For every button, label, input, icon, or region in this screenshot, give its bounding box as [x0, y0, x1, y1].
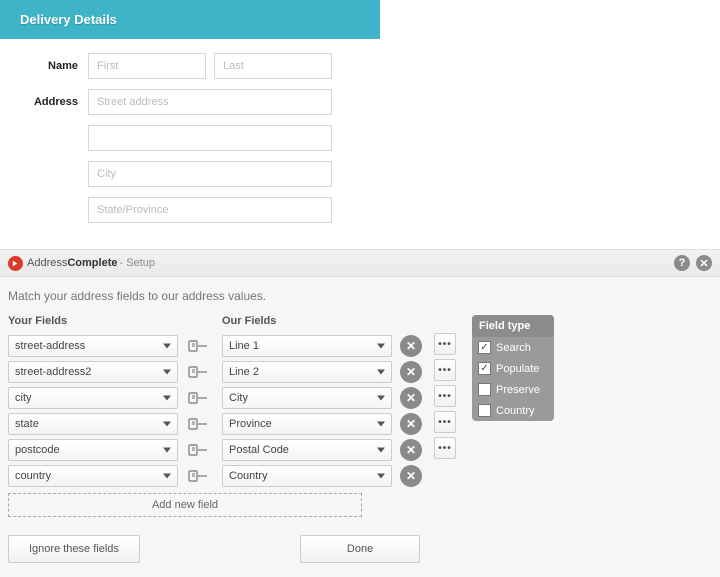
row-more-button[interactable]: •••	[434, 333, 456, 355]
setup-intro: Match your address fields to our address…	[8, 289, 712, 303]
our-field-value: City	[229, 392, 248, 404]
form-title: Delivery Details	[0, 0, 380, 39]
our-field-value: Line 1	[229, 340, 259, 352]
fieldtype-option[interactable]: Country	[472, 400, 554, 421]
city-input[interactable]	[88, 161, 332, 187]
street-address-input[interactable]	[88, 89, 332, 115]
our-field-value: Postal Code	[229, 444, 289, 456]
your-field-value: street-address2	[15, 366, 91, 378]
add-new-field-button[interactable]: Add new field	[8, 493, 362, 517]
fieldtype-option[interactable]: ✓ Search	[472, 337, 554, 358]
street-address2-input[interactable]	[88, 125, 332, 151]
checkbox-icon: ✓	[478, 362, 491, 375]
our-field-value: Country	[229, 470, 268, 482]
your-field-select[interactable]: postcode	[8, 439, 178, 461]
your-field-select[interactable]: city	[8, 387, 178, 409]
our-fields-header: Our Fields	[222, 315, 392, 329]
your-field-value: state	[15, 418, 39, 430]
checkbox-icon	[478, 404, 491, 417]
mapping-direction-icon	[186, 361, 214, 383]
our-field-select[interactable]: Province	[222, 413, 392, 435]
your-fields-header: Your Fields	[8, 315, 178, 329]
chevron-down-icon	[377, 474, 385, 479]
address-label: Address	[20, 96, 88, 108]
chevron-down-icon	[163, 422, 171, 427]
your-field-select[interactable]: country	[8, 465, 178, 487]
your-field-select[interactable]: state	[8, 413, 178, 435]
our-field-value: Province	[229, 418, 272, 430]
delete-row-button[interactable]: ✕	[400, 335, 422, 357]
chevron-down-icon	[163, 396, 171, 401]
mapping-direction-icon	[186, 335, 214, 357]
setup-suffix: - Setup	[119, 257, 154, 269]
done-button[interactable]: Done	[300, 535, 420, 563]
checkbox-icon: ✓	[478, 341, 491, 354]
your-field-value: country	[15, 470, 51, 482]
mapping-direction-icon	[186, 413, 214, 435]
fieldtype-option[interactable]: ✓ Populate	[472, 358, 554, 379]
chevron-down-icon	[377, 422, 385, 427]
our-field-select[interactable]: Line 1	[222, 335, 392, 357]
your-field-select[interactable]: street-address	[8, 335, 178, 357]
chevron-down-icon	[377, 344, 385, 349]
setup-toolbar: AddressComplete - Setup ? ✕	[0, 249, 720, 277]
delete-row-button[interactable]: ✕	[400, 387, 422, 409]
close-icon[interactable]: ✕	[696, 255, 712, 271]
brand-icon	[8, 256, 23, 271]
row-more-button[interactable]: •••	[434, 411, 456, 433]
your-field-value: postcode	[15, 444, 60, 456]
chevron-down-icon	[377, 448, 385, 453]
our-field-select[interactable]: City	[222, 387, 392, 409]
your-field-value: street-address	[15, 340, 85, 352]
your-field-value: city	[15, 392, 32, 404]
fieldtype-option-label: Populate	[496, 363, 539, 375]
our-field-select[interactable]: Line 2	[222, 361, 392, 383]
name-label: Name	[20, 60, 88, 72]
fieldtype-panel: Field type ✓ Search ✓ Populate Preserve Count…	[472, 315, 554, 421]
delete-row-button[interactable]: ✕	[400, 413, 422, 435]
our-field-value: Line 2	[229, 366, 259, 378]
last-name-input[interactable]	[214, 53, 332, 79]
delete-row-button[interactable]: ✕	[400, 361, 422, 383]
row-more-button[interactable]: •••	[434, 385, 456, 407]
chevron-down-icon	[377, 396, 385, 401]
mapping-direction-icon	[186, 387, 214, 409]
chevron-down-icon	[163, 370, 171, 375]
chevron-down-icon	[163, 344, 171, 349]
fieldtype-option-label: Country	[496, 405, 535, 417]
help-icon[interactable]: ?	[674, 255, 690, 271]
our-field-select[interactable]: Postal Code	[222, 439, 392, 461]
checkbox-icon	[478, 383, 491, 396]
state-input[interactable]	[88, 197, 332, 223]
fieldtype-option-label: Search	[496, 342, 531, 354]
fieldtype-option-label: Preserve	[496, 384, 540, 396]
chevron-down-icon	[377, 370, 385, 375]
row-more-button[interactable]: •••	[434, 437, 456, 459]
delete-row-button[interactable]: ✕	[400, 465, 422, 487]
your-field-select[interactable]: street-address2	[8, 361, 178, 383]
fieldtype-option[interactable]: Preserve	[472, 379, 554, 400]
chevron-down-icon	[163, 474, 171, 479]
chevron-down-icon	[163, 448, 171, 453]
brand-text: AddressComplete	[27, 257, 117, 269]
first-name-input[interactable]	[88, 53, 206, 79]
row-more-button[interactable]: •••	[434, 359, 456, 381]
mapping-direction-icon	[186, 439, 214, 461]
fieldtype-title: Field type	[472, 315, 554, 337]
delete-row-button[interactable]: ✕	[400, 439, 422, 461]
mapping-direction-icon	[186, 465, 214, 487]
our-field-select[interactable]: Country	[222, 465, 392, 487]
ignore-fields-button[interactable]: Ignore these fields	[8, 535, 140, 563]
